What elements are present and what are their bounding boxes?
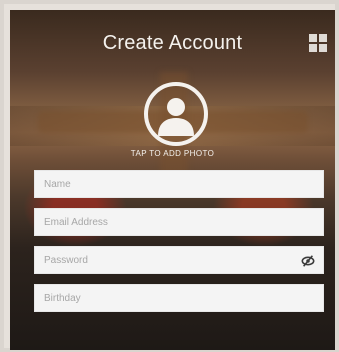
grid-icon-cell	[319, 44, 327, 52]
grid-icon-cell	[319, 34, 327, 42]
device-frame: Create Account TAP TO ADD PHOTO	[0, 0, 339, 352]
birthday-field[interactable]	[34, 284, 335, 312]
add-photo-label[interactable]: TAP TO ADD PHOTO	[10, 149, 335, 158]
name-input[interactable]	[35, 171, 335, 197]
birthday-input[interactable]	[35, 285, 335, 311]
grid-icon-cell	[309, 34, 317, 42]
email-input[interactable]	[35, 209, 335, 235]
password-input[interactable]	[35, 247, 335, 273]
app-screen: Create Account TAP TO ADD PHOTO	[10, 10, 335, 350]
email-field[interactable]	[34, 208, 335, 236]
grid-icon-cell	[309, 44, 317, 52]
password-field[interactable]	[34, 246, 335, 274]
add-photo-button[interactable]	[144, 82, 208, 146]
name-field[interactable]	[34, 170, 335, 198]
eye-slash-icon[interactable]	[301, 254, 315, 268]
grid-icon[interactable]	[309, 34, 327, 52]
page-title: Create Account	[102, 32, 243, 54]
person-icon	[158, 98, 194, 136]
